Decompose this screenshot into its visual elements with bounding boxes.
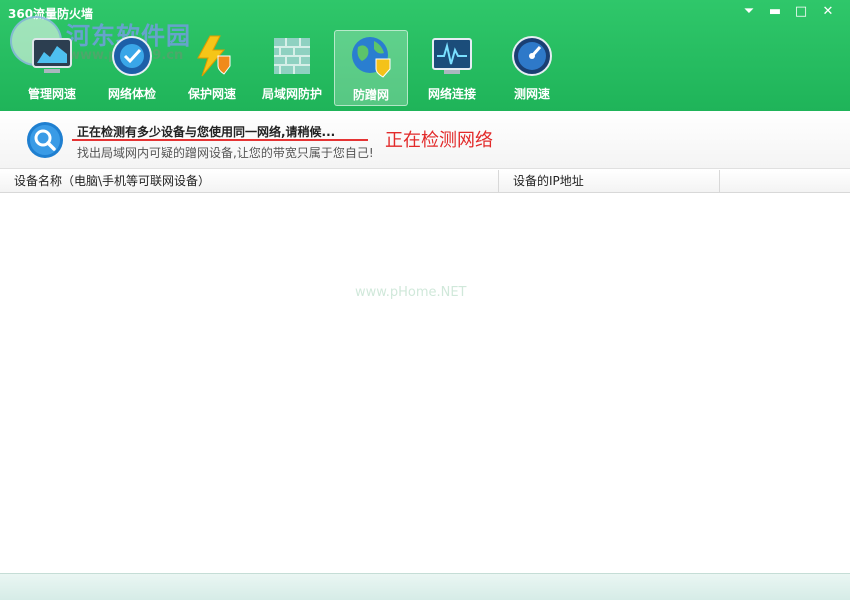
tool-label: 网络连接 — [427, 87, 476, 101]
globe-shield-icon — [352, 37, 391, 78]
status-underline — [72, 139, 368, 141]
tool-speed-test[interactable]: 测网速 — [495, 30, 569, 106]
search-icon — [27, 122, 63, 158]
tool-lan-protection[interactable]: 局域网防护 — [255, 30, 329, 106]
tool-manage-speed[interactable]: 管理网速 — [15, 30, 89, 106]
tool-label: 管理网速 — [27, 87, 76, 101]
status-banner: 正在检测有多少设备与您使用同一网络,请稍候... 找出局域网内可疑的蹭网设备,让… — [0, 111, 850, 169]
close-button[interactable]: ✕ — [817, 3, 839, 21]
connection-monitor-icon — [432, 38, 472, 74]
tool-network-connections[interactable]: 网络连接 — [415, 30, 489, 106]
status-title: 正在检测有多少设备与您使用同一网络,请稍候... — [77, 125, 336, 139]
header: 360流量防火墙 ⏷ ▬ □ ✕ 河东软件园 www.pc0359.cn 管理网… — [0, 0, 850, 111]
globe-check-icon — [112, 36, 152, 76]
menu-button[interactable]: ⏷ — [738, 3, 760, 21]
annotation-label: 正在检测网络 — [385, 130, 493, 151]
brick-wall-icon — [274, 38, 310, 74]
device-table-header: 设备名称（电脑\手机等可联网设备） 设备的IP地址 — [0, 170, 850, 193]
monitor-chart-icon — [32, 38, 72, 73]
status-subtitle: 找出局域网内可疑的蹭网设备,让您的带宽只属于您自己! — [77, 146, 374, 160]
status-bar — [0, 573, 850, 600]
tool-label: 测网速 — [513, 87, 550, 101]
column-header-ip-address[interactable]: 设备的IP地址 — [499, 170, 720, 193]
minimize-button[interactable]: ▬ — [764, 3, 786, 21]
tool-label: 网络体检 — [107, 87, 156, 101]
tool-anti-freeload[interactable]: 防蹭网 — [334, 30, 408, 106]
app-window: 360流量防火墙 ⏷ ▬ □ ✕ 河东软件园 www.pc0359.cn 管理网… — [0, 0, 850, 600]
lightning-shield-icon — [197, 35, 231, 77]
tool-protect-speed[interactable]: 保护网速 — [175, 30, 249, 106]
device-table-body: www.pHome.NET — [0, 193, 850, 573]
tool-label: 局域网防护 — [261, 87, 322, 101]
column-header-device-name[interactable]: 设备名称（电脑\手机等可联网设备） — [0, 170, 499, 193]
tool-label: 保护网速 — [187, 87, 236, 101]
speedometer-icon — [512, 36, 552, 76]
tool-label: 防蹭网 — [352, 88, 389, 102]
tool-network-check[interactable]: 网络体检 — [95, 30, 169, 106]
body-watermark: www.pHome.NET — [355, 285, 467, 300]
maximize-button[interactable]: □ — [790, 3, 812, 21]
